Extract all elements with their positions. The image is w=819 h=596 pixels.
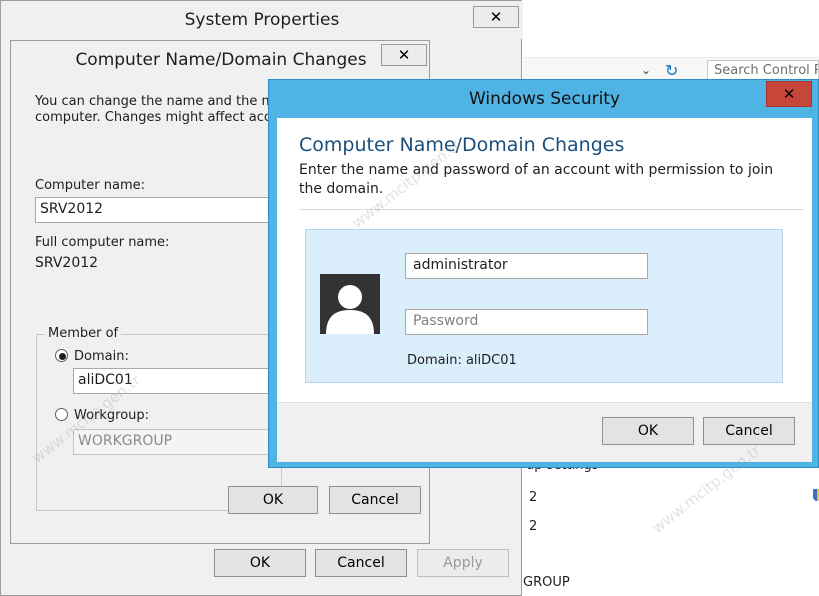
close-button[interactable]: ✕ [766, 81, 812, 107]
cancel-button[interactable]: Cancel [703, 417, 795, 445]
domain-input[interactable]: aliDC01 [73, 368, 281, 394]
dialog-content: Computer Name/Domain Changes Enter the n… [277, 118, 812, 462]
close-button[interactable]: ✕ [473, 6, 519, 28]
dialog-description: Enter the name and password of an accoun… [299, 162, 774, 197]
ok-button[interactable]: OK [228, 486, 318, 514]
full-name-value: SRV2012 [35, 255, 99, 271]
workgroup-label: Workgroup: [74, 408, 150, 423]
dialog-footer: OK Cancel [277, 402, 812, 462]
cancel-button[interactable]: Cancel [315, 549, 407, 577]
domain-label: Domain: [74, 349, 129, 364]
domain-text: Domain: aliDC01 [407, 353, 517, 368]
dialog-title: Computer Name/Domain Changes [75, 50, 367, 70]
divider [299, 209, 804, 210]
control-panel-titlebar [523, 0, 819, 58]
username-input[interactable]: administrator [405, 253, 648, 279]
workgroup-input[interactable]: WORKGROUP [73, 429, 281, 455]
domain-radio[interactable] [55, 349, 68, 362]
value-fragment-text: 2 [529, 519, 538, 534]
credential-tile: administrator Password Domain: aliDC01 [305, 229, 783, 383]
cancel-button[interactable]: Cancel [329, 486, 421, 514]
workgroup-fragment-text: GROUP [523, 575, 570, 590]
apply-button[interactable]: Apply [417, 549, 509, 577]
window-title: System Properties [1, 1, 523, 39]
member-of-label: Member of [45, 326, 122, 341]
password-input[interactable]: Password [405, 309, 648, 335]
user-avatar-icon [320, 274, 380, 334]
member-of-group [36, 334, 282, 511]
workgroup-radio[interactable] [55, 408, 68, 421]
refresh-icon[interactable]: ↻ [665, 61, 678, 80]
chevron-down-icon[interactable]: ⌄ [641, 63, 651, 77]
dialog-heading: Computer Name/Domain Changes [299, 134, 625, 156]
intro-text: You can change the name and the mem [35, 94, 295, 109]
full-name-label: Full computer name: [35, 235, 170, 250]
windows-security-dialog: Windows Security ✕ Computer Name/Domain … [268, 79, 819, 468]
shield-icon[interactable] [813, 489, 819, 501]
ok-button[interactable]: OK [214, 549, 306, 577]
value-fragment-text: 2 [529, 490, 538, 505]
close-button[interactable]: ✕ [381, 44, 427, 66]
dialog-title: Windows Security [468, 89, 621, 109]
intro-text: computer. Changes might affect access [35, 110, 293, 125]
computer-name-input[interactable]: SRV2012 [35, 197, 281, 223]
ok-button[interactable]: OK [602, 417, 694, 445]
computer-name-label: Computer name: [35, 178, 146, 193]
